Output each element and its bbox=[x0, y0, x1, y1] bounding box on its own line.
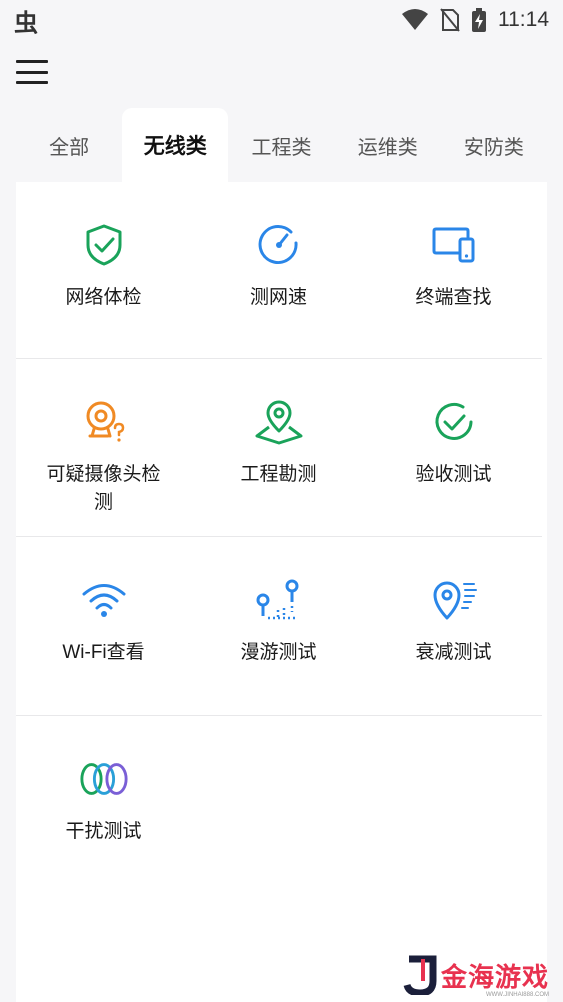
tab-all[interactable]: 全部 bbox=[16, 108, 122, 182]
tool-roaming-test[interactable]: 漫游测试 bbox=[191, 575, 366, 715]
map-pin-icon bbox=[254, 397, 304, 447]
shield-check-icon bbox=[79, 220, 129, 270]
tools-row: 可疑摄像头检测 工程勘测 验收测试 bbox=[16, 359, 542, 537]
tool-label: 衰减测试 bbox=[415, 642, 492, 663]
tool-label: 终端查找 bbox=[415, 287, 492, 308]
tab-wireless[interactable]: 无线类 bbox=[122, 108, 229, 182]
tools-panel: 网络体检 测网速 终端查找 可疑摄像头检测 工程勘测 验收测试 Wi-Fi查看 … bbox=[16, 182, 547, 1002]
tool-label: 工程勘测 bbox=[240, 464, 317, 485]
rings-icon bbox=[79, 754, 129, 804]
tool-hidden-camera-detect[interactable]: 可疑摄像头检测 bbox=[16, 397, 191, 536]
tab-operations[interactable]: 运维类 bbox=[335, 108, 441, 182]
hamburger-menu-icon[interactable] bbox=[16, 56, 48, 88]
tool-acceptance-test[interactable]: 验收测试 bbox=[366, 397, 541, 536]
tab-engineering[interactable]: 工程类 bbox=[228, 108, 334, 182]
tool-label: 干扰测试 bbox=[65, 821, 142, 842]
speedometer-icon bbox=[254, 220, 304, 270]
signal-pin-icon bbox=[429, 575, 479, 625]
tool-attenuation-test[interactable]: 衰减测试 bbox=[366, 575, 541, 715]
status-bar: 虫 11:14 bbox=[0, 0, 563, 40]
battery-charging-icon bbox=[472, 8, 486, 32]
app-notification-icon: 虫 bbox=[14, 9, 38, 37]
tool-label: Wi-Fi查看 bbox=[62, 642, 145, 663]
watermark-url: WWW.JINHAI888.COM bbox=[485, 992, 549, 998]
wifi-icon bbox=[402, 9, 428, 30]
watermark-j-icon bbox=[403, 955, 437, 995]
tool-label: 网络体检 bbox=[65, 287, 142, 308]
tool-speed-test[interactable]: 测网速 bbox=[191, 220, 366, 358]
tools-row: Wi-Fi查看 漫游测试 衰减测试 bbox=[16, 537, 542, 716]
tool-device-finder[interactable]: 终端查找 bbox=[366, 220, 541, 358]
tool-label: 验收测试 bbox=[415, 464, 492, 485]
tool-label: 测网速 bbox=[249, 287, 307, 308]
tool-wifi-view[interactable]: Wi-Fi查看 bbox=[16, 575, 191, 715]
tab-security[interactable]: 安防类 bbox=[441, 108, 547, 182]
tool-label: 可疑摄像头检测 bbox=[46, 464, 161, 513]
wifi-icon bbox=[79, 575, 129, 625]
category-tabs: 全部 无线类 工程类 运维类 安防类 bbox=[16, 108, 547, 182]
status-icons: 11:14 bbox=[402, 8, 549, 32]
watermark-logo: 金海游戏 WWW.JINHAI888.COM bbox=[403, 952, 549, 998]
devices-icon bbox=[429, 220, 479, 270]
roaming-icon bbox=[254, 575, 304, 625]
tool-network-checkup[interactable]: 网络体检 bbox=[16, 220, 191, 358]
status-time: 11:14 bbox=[498, 8, 549, 31]
tool-site-survey[interactable]: 工程勘测 bbox=[191, 397, 366, 536]
tool-label: 漫游测试 bbox=[240, 642, 317, 663]
watermark-text: 金海游戏 bbox=[440, 961, 549, 992]
no-sim-icon bbox=[440, 8, 460, 32]
camera-question-icon bbox=[79, 397, 129, 447]
tools-row: 网络体检 测网速 终端查找 bbox=[16, 182, 542, 359]
check-circle-icon bbox=[429, 397, 479, 447]
tools-row: 干扰测试 bbox=[16, 716, 542, 896]
tool-interference-test[interactable]: 干扰测试 bbox=[16, 754, 191, 896]
